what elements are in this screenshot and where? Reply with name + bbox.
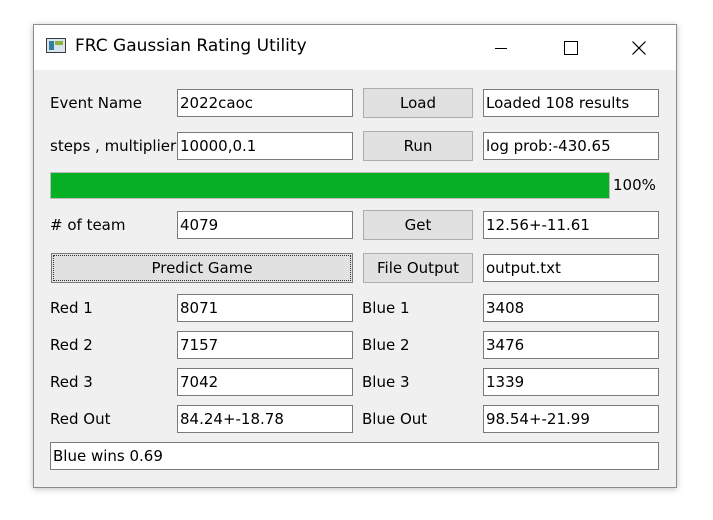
red3-label: Red 3	[50, 373, 93, 391]
red3-field[interactable]: 7042	[177, 368, 353, 396]
title-bar[interactable]: FRC Gaussian Rating Utility	[34, 25, 676, 70]
team-rating-field[interactable]: 12.56+-11.61	[483, 211, 659, 239]
blue2-field[interactable]: 3476	[483, 331, 659, 359]
blue3-field[interactable]: 1339	[483, 368, 659, 396]
red1-field[interactable]: 8071	[177, 294, 353, 322]
red2-label: Red 2	[50, 336, 93, 354]
app-window-icon	[46, 38, 66, 53]
team-number-field[interactable]: 4079	[177, 211, 353, 239]
red-out-label: Red Out	[50, 410, 111, 428]
event-name-label: Event Name	[50, 94, 142, 112]
minimize-icon	[495, 47, 507, 49]
result-field[interactable]: Blue wins 0.69	[50, 442, 659, 470]
blue1-label: Blue 1	[362, 299, 410, 317]
progress-bar-fill	[51, 173, 609, 198]
blue-out-label: Blue Out	[362, 410, 428, 428]
event-name-field[interactable]: 2022caoc	[177, 89, 353, 117]
red1-label: Red 1	[50, 299, 93, 317]
close-icon	[632, 40, 646, 55]
load-status-field[interactable]: Loaded 108 results	[483, 89, 659, 117]
progress-percent: 100%	[613, 176, 656, 194]
blue1-field[interactable]: 3408	[483, 294, 659, 322]
maximize-icon	[564, 40, 578, 55]
red-out-field[interactable]: 84.24+-18.78	[177, 405, 353, 433]
window-title: FRC Gaussian Rating Utility	[75, 36, 307, 56]
output-file-field[interactable]: output.txt	[483, 254, 659, 282]
close-button[interactable]	[616, 25, 662, 70]
steps-multiplier-field[interactable]: 10000,0.1	[177, 132, 353, 160]
run-button[interactable]: Run	[363, 131, 473, 161]
blue-out-field[interactable]: 98.54+-21.99	[483, 405, 659, 433]
get-button[interactable]: Get	[363, 210, 473, 240]
blue2-label: Blue 2	[362, 336, 410, 354]
red2-field[interactable]: 7157	[177, 331, 353, 359]
log-prob-field[interactable]: log prob:-430.65	[483, 132, 659, 160]
file-output-button[interactable]: File Output	[363, 253, 473, 283]
app-window: FRC Gaussian Rating Utility Event Name 2…	[33, 24, 677, 488]
blue3-label: Blue 3	[362, 373, 410, 391]
team-number-label: # of team	[50, 216, 126, 234]
minimize-button[interactable]	[478, 25, 524, 70]
progress-bar	[50, 172, 610, 199]
steps-multiplier-label: steps , multiplier	[50, 137, 177, 155]
predict-game-button[interactable]: Predict Game	[51, 253, 353, 283]
load-button[interactable]: Load	[363, 88, 473, 118]
maximize-button[interactable]	[548, 25, 594, 70]
